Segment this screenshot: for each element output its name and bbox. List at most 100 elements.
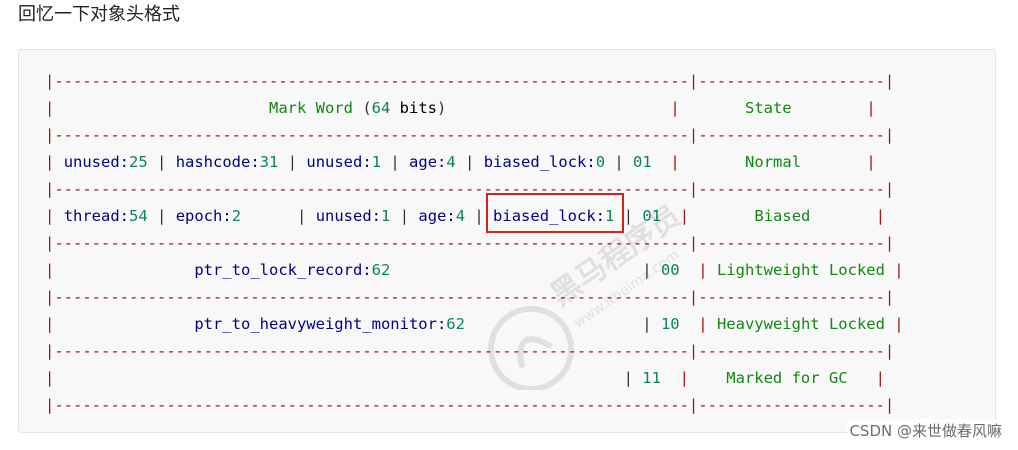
- code-token: 1: [381, 207, 391, 225]
- code-line: |---------------------------------------…: [45, 284, 904, 311]
- code-token: |: [278, 153, 307, 171]
- code-token: |: [45, 234, 55, 252]
- code-token: |: [884, 234, 895, 252]
- code-token: |: [45, 72, 55, 90]
- code-token: |: [866, 153, 876, 171]
- code-token: |: [698, 315, 708, 333]
- code-token: |: [688, 342, 699, 360]
- code-token: Heavyweight Locked: [716, 315, 885, 333]
- code-line: |---------------------------------------…: [45, 176, 904, 203]
- code-token: |: [381, 153, 410, 171]
- code-token: |: [679, 207, 690, 225]
- code-token: |: [390, 207, 419, 225]
- code-token: |: [688, 72, 699, 90]
- code-token: 10: [660, 315, 680, 333]
- code-token: |: [688, 180, 699, 198]
- code-token: |: [866, 99, 876, 117]
- code-token: 1: [371, 153, 382, 171]
- code-token: 62: [371, 261, 391, 279]
- code-token: 4: [446, 153, 456, 171]
- code-token: ptr_to_heavyweight_monitor:: [194, 315, 447, 333]
- code-token: ----------------------------------------…: [54, 126, 689, 144]
- code-token: |: [45, 261, 55, 279]
- code-line: | thread:54 | epoch:2 | unused:1 | age:4…: [45, 203, 904, 230]
- code-token: |: [698, 261, 708, 279]
- code-token: Biased: [754, 207, 811, 225]
- section-heading: 回忆一下对象头格式: [18, 4, 180, 25]
- code-token: |: [688, 396, 699, 414]
- code-token: 4: [455, 207, 466, 225]
- code-token: Mark Word: [268, 99, 353, 117]
- code-line: |---------------------------------------…: [45, 122, 904, 149]
- code-token: age:: [409, 153, 447, 171]
- code-token: |: [884, 126, 895, 144]
- code-line: | | 11 | Marked for GC |: [45, 365, 904, 392]
- code-token: |: [884, 396, 895, 414]
- code-token: ptr_to_lock_record:: [194, 261, 372, 279]
- code-token: age:: [418, 207, 456, 225]
- code-token: --------------------: [698, 126, 885, 144]
- code-token: |: [45, 342, 55, 360]
- code-token: |: [241, 207, 316, 225]
- code-token: biased_lock:: [483, 153, 596, 171]
- code-token: --------------------: [698, 234, 885, 252]
- code-token: |: [45, 99, 55, 117]
- code-token: |: [147, 207, 176, 225]
- code-token: |: [884, 288, 895, 306]
- code-token: |: [670, 99, 680, 117]
- code-token: ----------------------------------------…: [54, 396, 689, 414]
- object-header-table: |---------------------------------------…: [45, 68, 904, 419]
- code-token: |: [670, 153, 680, 171]
- code-token: unused:: [315, 207, 382, 225]
- code-token: |: [894, 315, 904, 333]
- code-token: |: [54, 369, 643, 387]
- code-token: |: [688, 288, 699, 306]
- code-token: Marked for GC: [726, 369, 848, 387]
- code-token: |: [679, 369, 689, 387]
- code-token: ----------------------------------------…: [54, 342, 689, 360]
- code-token: 31: [259, 153, 279, 171]
- code-token: |: [45, 315, 55, 333]
- code-token: |: [688, 234, 699, 252]
- code-token: (: [352, 99, 372, 117]
- code-token: |: [875, 369, 885, 387]
- code-token: |: [884, 342, 895, 360]
- code-token: |: [390, 261, 661, 279]
- code-line: |---------------------------------------…: [45, 68, 904, 95]
- code-token: |: [45, 396, 55, 414]
- code-token: 00: [660, 261, 680, 279]
- code-token: unused:: [306, 153, 372, 171]
- code-token: epoch:: [175, 207, 232, 225]
- code-token: |: [45, 369, 55, 387]
- code-token: bits: [399, 99, 437, 117]
- code-token: --------------------: [698, 288, 885, 306]
- code-token: 11: [642, 369, 661, 387]
- code-token: --------------------: [698, 342, 885, 360]
- code-token: --------------------: [698, 72, 885, 90]
- code-line: |---------------------------------------…: [45, 230, 904, 257]
- code-token: ----------------------------------------…: [54, 234, 689, 252]
- code-token: |: [464, 315, 661, 333]
- code-line: | ptr_to_lock_record:62 | 00 | Lightweig…: [45, 257, 904, 284]
- code-token: 01: [633, 153, 652, 171]
- code-line: |---------------------------------------…: [45, 392, 904, 419]
- code-token: thread:: [63, 207, 130, 225]
- code-token: 2: [231, 207, 242, 225]
- code-token: ): [437, 99, 447, 117]
